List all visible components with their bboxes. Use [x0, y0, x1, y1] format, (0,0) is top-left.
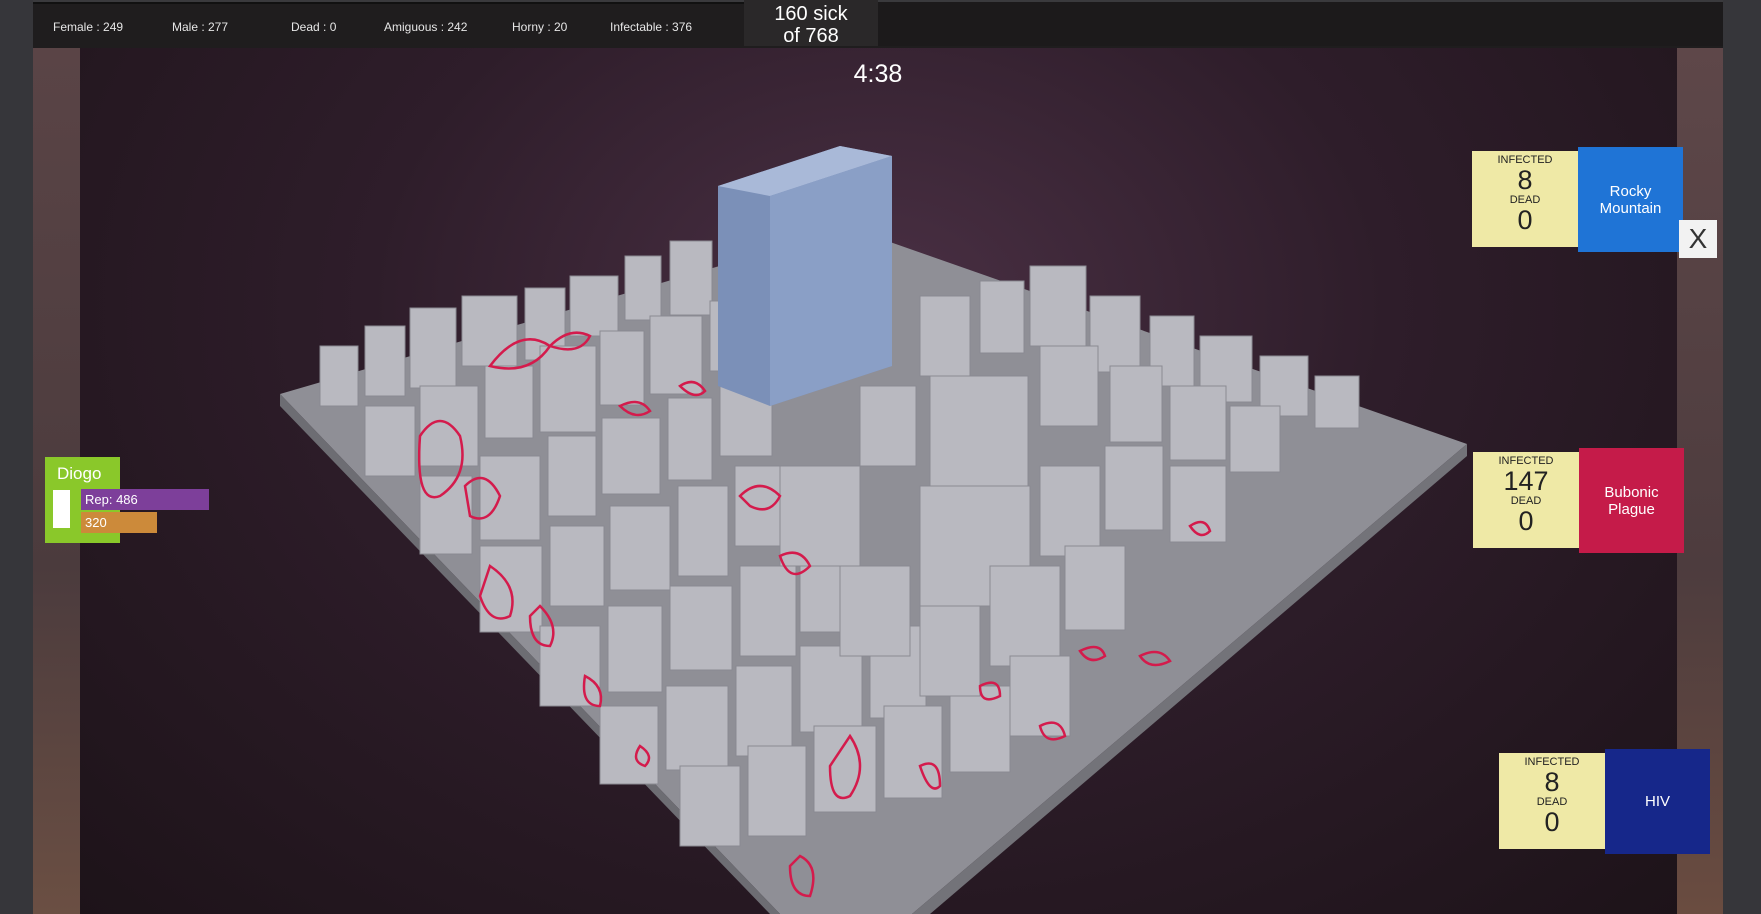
city-viewport[interactable] [80, 46, 1677, 914]
male-count: Male : 277 [172, 20, 229, 34]
disease-name: HIV [1644, 793, 1670, 810]
infected-count: 8 [1544, 767, 1560, 797]
dead-count: 0 [1518, 506, 1534, 536]
horny-count: Horny : 20 [512, 20, 568, 34]
sick-counter: 160 sick of 768 [744, 0, 878, 47]
player-name: Diogo [57, 464, 102, 483]
infectable-count: Infectable : 376 [610, 20, 693, 34]
dead-count: 0 [1517, 205, 1533, 235]
disease-stats-card: INFECTED 147 DEAD 0 [1473, 452, 1579, 548]
disease-stats-card: INFECTED 8 DEAD 0 [1499, 753, 1605, 849]
sick-total: of 768 [783, 25, 839, 47]
disease-name: Bubonic [1604, 483, 1659, 501]
dead-count: 0 [1544, 807, 1560, 837]
city-map [280, 146, 1467, 914]
disease-name: Rocky [1609, 182, 1652, 200]
infected-count: 147 [1503, 466, 1549, 496]
game-timer: 4:38 [853, 60, 903, 88]
disease-button-rocky-mountain[interactable]: Rocky Mountain [1578, 147, 1683, 252]
female-count: Female : 249 [53, 20, 124, 34]
reputation-bar: Rep: 486 [81, 489, 209, 510]
close-button[interactable]: X [1679, 220, 1717, 258]
infected-count: 8 [1517, 165, 1533, 195]
disease-button-hiv[interactable]: HIV [1605, 749, 1710, 854]
money-bar: 320 [81, 512, 157, 533]
player-health-bar [53, 490, 70, 528]
disease-name-line2: Plague [1608, 500, 1655, 518]
ambiguous-count: Amiguous : 242 [384, 20, 468, 34]
stats-bar-right [878, 2, 1723, 46]
disease-stats-card: INFECTED 8 DEAD 0 [1472, 151, 1578, 247]
right-border [1723, 0, 1761, 914]
dead-count: Dead : 0 [291, 20, 337, 34]
disease-button-bubonic-plague[interactable]: Bubonic Plague [1579, 448, 1684, 553]
disease-name-line2: Mountain [1599, 199, 1662, 217]
left-border [0, 0, 33, 914]
sick-count: 160 sick [774, 3, 848, 25]
